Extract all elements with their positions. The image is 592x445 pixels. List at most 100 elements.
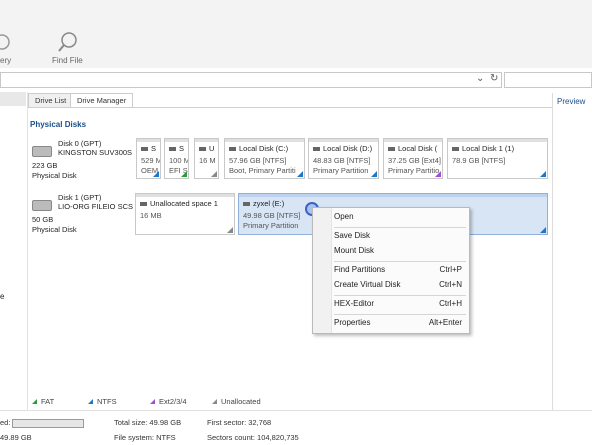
ntfs-marker-icon — [88, 399, 93, 404]
partition-local-disk-c[interactable]: Local Disk (C:) 57.96 GB [NTFS] Boot, Pr… — [224, 138, 305, 179]
legend-ntfs: NTFS — [88, 397, 117, 406]
partition-name: Local Disk ( — [398, 144, 438, 153]
tab-drive-manager[interactable]: Drive Manager — [70, 93, 134, 107]
menu-item-properties[interactable]: Properties Alt+Enter — [334, 316, 464, 330]
usage-bar — [12, 419, 84, 428]
partition-icon — [229, 147, 236, 152]
menu-item-label: Open — [334, 212, 354, 221]
recovery-icon[interactable] — [0, 34, 10, 50]
hard-disk-icon — [32, 146, 52, 157]
menu-item-shortcut: Ctrl+H — [439, 299, 462, 308]
legend-label: FAT — [41, 397, 55, 406]
menu-separator — [334, 261, 466, 262]
disk-1-row[interactable]: Disk 1 (GPT) LIO-ORG FILEIO SCS 50 GB Ph… — [30, 192, 135, 238]
partition-size: 48.83 GB [NTFS] — [313, 156, 371, 165]
partition-icon — [313, 147, 320, 152]
menu-item-label: Properties — [334, 318, 371, 327]
menu-item-shortcut: Ctrl+N — [439, 280, 462, 289]
partition-local-disk-ext4[interactable]: Local Disk ( 37.25 GB [Ext4] Primary Par… — [383, 138, 443, 179]
fat-marker-icon — [32, 399, 37, 404]
menu-item-save-disk[interactable]: Save Disk — [334, 229, 464, 243]
disk-0-row[interactable]: Disk 0 (GPT) KINGSTON SUV300S 223 GB Phy… — [30, 138, 135, 184]
hard-disk-icon — [32, 200, 52, 211]
sectors-count: Sectors count: 104,820,735 — [207, 433, 299, 442]
fat-marker — [181, 171, 187, 177]
menu-gutter — [313, 208, 332, 333]
partition-size: 16 M — [199, 156, 216, 165]
menu-item-shortcut: Ctrl+P — [439, 265, 462, 274]
search-box[interactable] — [504, 72, 592, 88]
tab-bar: Drive List Drive Manager — [28, 93, 148, 107]
menu-separator — [334, 314, 466, 315]
preview-title: Preview — [557, 97, 586, 106]
menu-item-label: HEX-Editor — [334, 299, 375, 308]
menu-separator — [334, 227, 466, 228]
partition-name: S — [151, 144, 157, 153]
partition-size: 16 MB — [140, 211, 162, 220]
partition-icon — [243, 202, 250, 207]
left-pane: e — [0, 92, 28, 410]
find-file-button[interactable]: Find File — [52, 56, 83, 65]
partition-local-disk-d[interactable]: Local Disk (D:) 48.83 GB [NTFS] Primary … — [308, 138, 379, 179]
partition-name: zyxel (E:) — [253, 199, 285, 208]
toolbar: ery Find File — [0, 0, 592, 68]
menu-item-label: Save Disk — [334, 231, 371, 240]
disk-1-kind: Physical Disk — [32, 225, 77, 234]
total-size: Total size: 49.98 GB — [114, 418, 182, 427]
partition-name: Local Disk 1 (1) — [462, 144, 515, 153]
first-sector: First sector: 32,768 — [207, 418, 272, 427]
menu-item-find-partitions[interactable]: Find Partitions Ctrl+P — [334, 263, 464, 277]
free-space-value: 49.89 GB — [0, 433, 32, 442]
partition-icon — [452, 147, 459, 152]
partition-size: 49.98 GB [NTFS] — [243, 211, 301, 220]
partition-unknown[interactable]: U 16 M — [194, 138, 219, 179]
find-file-icon[interactable] — [57, 31, 79, 53]
partition-name: Unallocated space 1 — [150, 199, 218, 208]
recovery-button-label[interactable]: ery — [0, 56, 11, 65]
partition-icon — [388, 147, 395, 152]
disk-0-model: KINGSTON SUV300S — [58, 148, 133, 157]
partition-unallocated-space-1[interactable]: Unallocated space 1 16 MB — [135, 193, 235, 235]
partition-icon — [141, 147, 148, 152]
ext-marker-icon — [150, 399, 155, 404]
menu-item-hex-editor[interactable]: HEX-Editor Ctrl+H — [334, 297, 464, 311]
menu-item-create-virtual-disk[interactable]: Create Virtual Disk Ctrl+N — [334, 278, 464, 292]
left-pane-fragment: e — [0, 292, 5, 301]
menu-item-open[interactable]: Open — [334, 210, 464, 224]
menu-item-mount-disk[interactable]: Mount Disk — [334, 244, 464, 258]
partition-size: 37.25 GB [Ext4] — [388, 156, 441, 165]
partition-oem[interactable]: S 529 M OEM — [136, 138, 161, 179]
tab-drive-list[interactable]: Drive List — [28, 93, 74, 107]
partition-type: Primary Partition — [313, 166, 369, 175]
ntfs-marker — [153, 171, 159, 177]
legend-unallocated: Unallocated — [212, 397, 261, 406]
partition-type: Primary Partition — [243, 221, 299, 230]
partition-icon — [140, 202, 147, 207]
status-panel: ed: 49.89 GB Total size: 49.98 GB File s… — [0, 410, 592, 445]
disk-0-kind: Physical Disk — [32, 171, 77, 180]
ext4-marker — [435, 171, 441, 177]
tab-underline — [28, 107, 552, 108]
unallocated-marker — [227, 227, 233, 233]
refresh-icon[interactable]: ↻ — [490, 73, 498, 89]
partition-local-disk-1[interactable]: Local Disk 1 (1) 78.9 GB [NTFS] — [447, 138, 548, 179]
unallocated-marker-icon — [212, 399, 217, 404]
disk-1-model: LIO-ORG FILEIO SCS — [58, 202, 134, 211]
address-bar[interactable] — [0, 72, 502, 88]
partition-name: Local Disk (D:) — [323, 144, 373, 153]
partition-size: 100 M — [169, 156, 189, 165]
partition-name: Local Disk (C:) — [239, 144, 289, 153]
menu-item-label: Find Partitions — [334, 265, 386, 274]
dropdown-chevron-icon[interactable]: ⌄ — [476, 73, 484, 89]
menu-separator — [334, 295, 466, 296]
physical-disks-title: Physical Disks — [30, 120, 87, 129]
partition-size: 78.9 GB [NTFS] — [452, 156, 506, 165]
left-pane-header — [0, 92, 26, 106]
partition-type: Boot, Primary Partiti — [229, 166, 296, 175]
partition-efi[interactable]: S 100 M EFI S — [164, 138, 189, 179]
partition-icon — [199, 147, 206, 152]
ntfs-marker — [371, 171, 377, 177]
partition-size: 57.96 GB [NTFS] — [229, 156, 287, 165]
menu-item-shortcut: Alt+Enter — [428, 318, 462, 327]
unallocated-marker — [211, 171, 217, 177]
